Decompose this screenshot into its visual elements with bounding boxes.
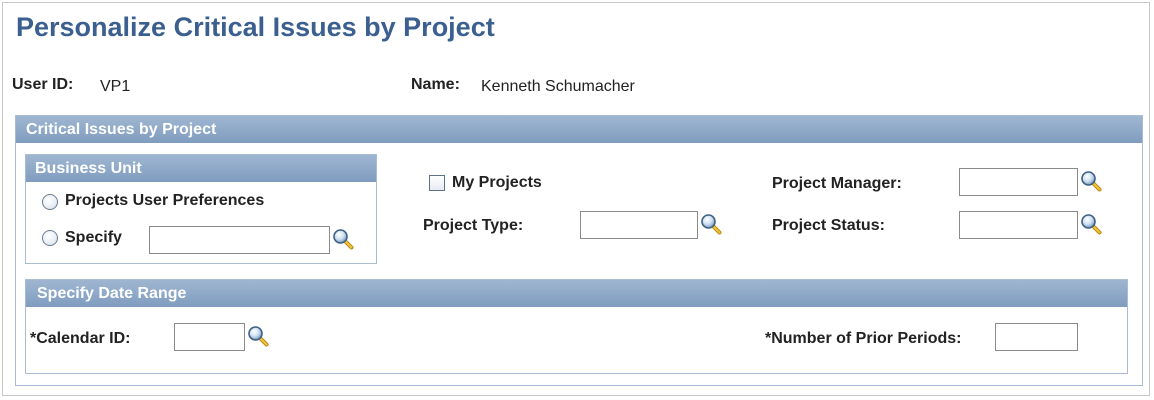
prior-periods-label: *Number of Prior Periods: <box>765 330 962 347</box>
page-title: Personalize Critical Issues by Project <box>16 12 495 42</box>
business-unit-header: Business Unit <box>26 155 376 182</box>
project-type-label: Project Type: <box>423 217 524 234</box>
radio-specify-label[interactable]: Specify <box>65 229 122 247</box>
project-status-lookup-icon[interactable] <box>1080 213 1102 235</box>
name-label: Name: <box>411 76 460 93</box>
calendar-id-label: *Calendar ID: <box>30 330 131 347</box>
prior-periods-input[interactable] <box>995 323 1078 351</box>
critical-issues-header: Critical Issues by Project <box>16 116 1142 143</box>
project-type-lookup-icon[interactable] <box>700 213 722 235</box>
radio-specify[interactable] <box>42 230 58 246</box>
project-status-label: Project Status: <box>772 217 885 234</box>
business-unit-lookup-icon[interactable] <box>332 228 354 250</box>
calendar-id-input[interactable] <box>174 323 245 351</box>
user-id-label: User ID: <box>12 76 74 93</box>
project-manager-input[interactable] <box>959 168 1078 196</box>
project-status-input[interactable] <box>959 211 1078 239</box>
name-value: Kenneth Schumacher <box>481 78 635 95</box>
date-range-header: Specify Date Range <box>26 280 1127 307</box>
radio-projects-user-preferences-label[interactable]: Projects User Preferences <box>65 192 264 210</box>
my-projects-checkbox[interactable] <box>429 175 445 191</box>
my-projects-label[interactable]: My Projects <box>452 174 542 192</box>
user-id-value: VP1 <box>100 78 131 95</box>
project-manager-lookup-icon[interactable] <box>1080 170 1102 192</box>
radio-projects-user-preferences[interactable] <box>42 194 58 210</box>
calendar-id-lookup-icon[interactable] <box>247 325 269 347</box>
business-unit-specify-input[interactable] <box>149 226 330 254</box>
project-type-input[interactable] <box>580 211 698 239</box>
project-manager-label: Project Manager: <box>772 175 902 192</box>
